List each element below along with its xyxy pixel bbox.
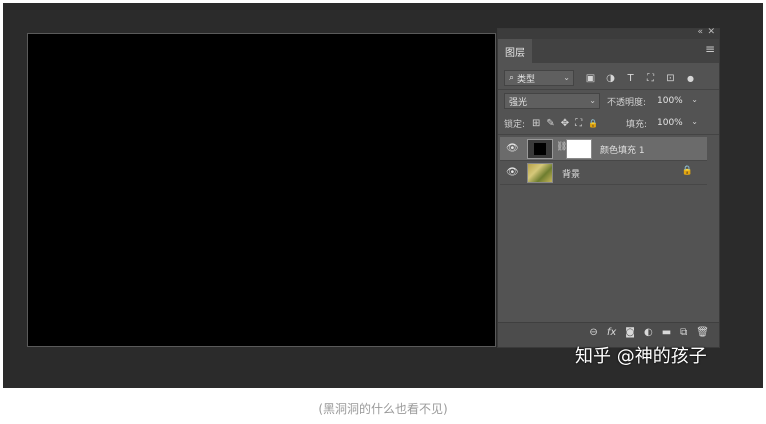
layer-row-background[interactable]: 👁 背景 🔒 — [500, 161, 707, 185]
type-filter-icon[interactable]: T — [624, 73, 637, 84]
adjustment-layer-icon[interactable]: ◐ — [644, 327, 653, 338]
divider — [498, 89, 719, 90]
chevron-down-icon: ⌄ — [563, 73, 570, 82]
tab-layers[interactable]: 图层 — [498, 39, 532, 63]
filter-icons: ▣ ◑ T ⛶ ⊡ ● — [584, 70, 697, 86]
fill-value: 100% — [657, 118, 683, 128]
opacity-value: 100% — [657, 96, 683, 106]
add-mask-icon[interactable]: ◙ — [625, 327, 635, 338]
chevron-down-icon: ⌄ — [691, 117, 698, 126]
blend-mode-value: 强光 — [509, 97, 528, 108]
shape-filter-icon[interactable]: ⛶ — [644, 73, 657, 84]
lock-icon: 🔒 — [681, 166, 693, 176]
panel-title-bar: « ✕ — [498, 27, 719, 39]
lock-position-icon[interactable]: ✥ — [561, 118, 569, 129]
document-canvas[interactable] — [27, 33, 496, 347]
lock-all-icon[interactable]: 🔒 — [588, 119, 598, 128]
filter-row: ⌕ 类型 ⌄ ▣ ◑ T ⛶ ⊡ ● — [498, 70, 719, 86]
new-group-icon[interactable]: ▬ — [662, 327, 671, 338]
opacity-input[interactable]: 100% ⌄ — [653, 93, 701, 109]
lock-artboard-icon[interactable]: ⛶ — [575, 118, 582, 129]
panel-tabbar: 图层 ≡ — [498, 39, 719, 63]
fill-input[interactable]: 100% ⌄ — [653, 115, 701, 131]
layer-mask-thumbnail[interactable] — [566, 139, 592, 159]
adjustment-filter-icon[interactable]: ◑ — [604, 73, 617, 84]
fill-label: 填充: — [626, 120, 648, 130]
watermark: 知乎 @神的孩子 — [575, 346, 707, 367]
search-icon: ⌕ — [509, 73, 515, 83]
lock-image-icon[interactable]: ✎ — [546, 118, 554, 129]
layer-row-color-fill[interactable]: 👁 ⛓ 颜色填充 1 — [500, 137, 707, 161]
lock-label: 锁定: — [504, 120, 526, 130]
smart-object-filter-icon[interactable]: ⊡ — [664, 73, 677, 84]
blend-mode-dropdown[interactable]: 强光 ⌄ — [504, 93, 600, 109]
filter-kind-dropdown[interactable]: ⌕ 类型 ⌄ — [504, 70, 574, 86]
pixel-filter-icon[interactable]: ▣ — [584, 73, 597, 84]
lock-row: 锁定: ⊞ ✎ ✥ ⛶ 🔒 填充: 100% ⌄ — [498, 115, 719, 131]
image-caption: (黑洞洞的什么也看不见) — [318, 402, 448, 416]
lock-transparent-icon[interactable]: ⊞ — [532, 118, 540, 129]
close-icon[interactable]: ✕ — [707, 27, 715, 37]
lock-icons: ⊞ ✎ ✥ ⛶ 🔒 — [532, 115, 598, 131]
bottom-icons: ⊖ fx ◙ ◐ ▬ ⧉ 🗑 — [589, 327, 709, 338]
trash-icon[interactable]: 🗑 — [696, 327, 709, 338]
eye-icon[interactable]: 👁 — [506, 167, 519, 178]
eye-icon[interactable]: 👁 — [506, 143, 519, 154]
panel-menu-icon[interactable]: ≡ — [705, 42, 715, 56]
fill-layer-thumbnail — [527, 139, 553, 159]
fx-icon[interactable]: fx — [607, 327, 616, 338]
photoshop-screenshot: « ✕ 图层 ≡ ⌕ 类型 ⌄ ▣ ◑ T ⛶ ⊡ ● 强光 ⌄ 不透明度: 1… — [3, 3, 763, 388]
background-thumbnail — [527, 163, 553, 183]
collapse-icon[interactable]: « — [697, 27, 703, 37]
chevron-down-icon: ⌄ — [691, 95, 698, 104]
layer-name: 颜色填充 1 — [600, 146, 645, 156]
filter-toggle-icon[interactable]: ● — [684, 74, 697, 83]
layers-panel: « ✕ 图层 ≡ ⌕ 类型 ⌄ ▣ ◑ T ⛶ ⊡ ● 强光 ⌄ 不透明度: 1… — [497, 27, 720, 348]
blend-row: 强光 ⌄ 不透明度: 100% ⌄ — [498, 93, 719, 109]
link-layers-icon[interactable]: ⊖ — [589, 327, 597, 338]
new-layer-icon[interactable]: ⧉ — [680, 327, 687, 338]
opacity-label: 不透明度: — [607, 98, 647, 108]
layer-name: 背景 — [562, 170, 581, 180]
divider — [498, 134, 719, 135]
chevron-down-icon: ⌄ — [589, 96, 596, 105]
filter-kind-value: 类型 — [517, 74, 536, 85]
